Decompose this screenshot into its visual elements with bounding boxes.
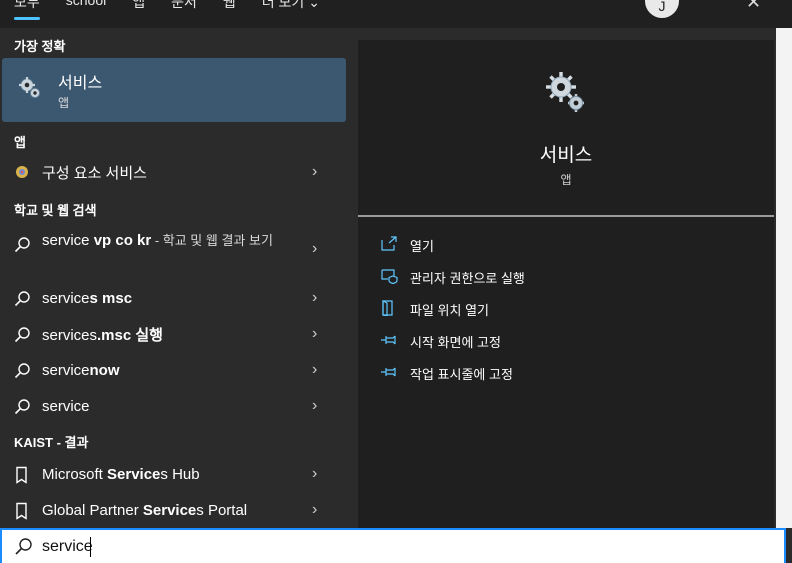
search-icon: [14, 236, 32, 254]
background-window: [776, 28, 792, 528]
search-icon: [14, 398, 32, 416]
result-suffix: s Portal: [196, 501, 248, 519]
result-prefix: Global Partner: [42, 501, 143, 519]
kaist-result-item[interactable]: Global Partner Services Portal ›: [0, 492, 346, 528]
action-pin-to-taskbar[interactable]: 작업 표시줄에 고정: [380, 361, 513, 385]
detail-kind: 앱: [560, 173, 572, 187]
search-icon: [14, 290, 32, 308]
result-prefix: service: [42, 289, 90, 307]
gear-icon: [18, 76, 42, 105]
open-icon: [380, 236, 400, 254]
close-icon[interactable]: ✕: [746, 0, 761, 13]
tab-more-label: 더 보기: [261, 0, 305, 10]
action-pin-to-start[interactable]: 시작 화면에 고정: [380, 329, 501, 353]
chevron-right-icon[interactable]: ›: [312, 163, 317, 181]
action-open[interactable]: 열기: [380, 233, 434, 257]
search-icon: [14, 537, 34, 562]
action-label: 열기: [410, 238, 434, 254]
filter-tab-bar: 모두 school 앱 문서 웹 더 보기 ⌄ J ··· ✕: [0, 0, 792, 28]
section-kaist: KAIST - 결과: [14, 435, 89, 450]
pin-icon: [380, 364, 400, 382]
tab-more[interactable]: 더 보기 ⌄: [262, 0, 320, 12]
result-prefix: service: [42, 397, 90, 415]
file-location-icon: [380, 300, 400, 318]
tab-all[interactable]: 모두: [14, 0, 40, 20]
web-result-item[interactable]: services msc ›: [0, 280, 346, 316]
chevron-right-icon[interactable]: ›: [312, 289, 317, 307]
tab-documents[interactable]: 문서: [171, 0, 197, 12]
services-gear-icon: [544, 70, 588, 119]
web-result-item[interactable]: service vp co kr - 학교 및 웹 결과 보기 ›: [0, 226, 346, 276]
action-label: 작업 표시줄에 고정: [410, 366, 513, 382]
avatar[interactable]: J: [645, 0, 679, 18]
action-label: 관리자 권한으로 실행: [410, 270, 525, 286]
result-match: Service: [142, 501, 197, 519]
chevron-right-icon[interactable]: ›: [312, 240, 317, 258]
web-result-label: servicenow: [42, 362, 120, 379]
web-result-item[interactable]: services.msc 실행 ›: [0, 316, 346, 352]
chevron-right-icon[interactable]: ›: [312, 397, 317, 415]
action-label: 파일 위치 열기: [410, 302, 489, 318]
detail-panel: 서비스 앱 열기 관리자 권한으로 실행 파일 위치 열기 시작 화면에 고정 …: [358, 40, 774, 528]
chevron-right-icon[interactable]: ›: [312, 465, 317, 483]
chevron-down-icon: ⌄: [308, 0, 320, 10]
chevron-right-icon[interactable]: ›: [312, 325, 317, 343]
result-match: .msc 실행: [97, 326, 163, 344]
tab-web[interactable]: 웹: [223, 0, 236, 12]
kaist-result-label: Global Partner Services Portal: [42, 502, 247, 519]
best-match-title: 서비스: [58, 75, 103, 92]
web-result-label: service: [42, 398, 90, 415]
web-result-label: services.msc 실행: [42, 324, 163, 345]
bookmark-icon: [14, 502, 32, 520]
app-item-component-services[interactable]: 구성 요소 서비스 ›: [0, 154, 346, 190]
divider: [358, 215, 774, 217]
web-result-item[interactable]: servicenow ›: [0, 352, 346, 388]
best-match-item[interactable]: 서비스 앱: [2, 58, 346, 122]
action-label: 시작 화면에 고정: [410, 334, 501, 350]
result-prefix: service: [42, 232, 94, 249]
pin-icon: [380, 332, 400, 350]
result-match: vp co kr: [93, 232, 152, 249]
tab-school[interactable]: school: [66, 0, 106, 12]
text-caret: [90, 537, 91, 557]
web-result-label: service vp co kr - 학교 및 웹 결과 보기: [42, 230, 300, 252]
result-match: Service: [107, 465, 161, 483]
chevron-right-icon[interactable]: ›: [312, 501, 317, 519]
section-web-search: 학교 및 웹 검색: [14, 203, 97, 218]
section-best-match: 가장 정확: [14, 39, 66, 54]
action-open-file-location[interactable]: 파일 위치 열기: [380, 297, 489, 321]
search-icon: [14, 362, 32, 380]
kaist-result-label: Microsoft Services Hub: [42, 466, 200, 483]
result-prefix: services: [42, 326, 98, 344]
search-icon: [14, 326, 32, 344]
chevron-right-icon[interactable]: ›: [312, 361, 317, 379]
search-input[interactable]: [42, 534, 742, 560]
detail-title: 서비스: [539, 145, 593, 166]
app-item-label: 구성 요소 서비스: [42, 164, 147, 182]
web-result-label: services msc: [42, 290, 132, 307]
section-apps: 앱: [14, 135, 26, 150]
shield-icon: [380, 268, 400, 286]
more-options-icon[interactable]: ···: [703, 0, 722, 8]
result-suffix: - 학교 및 웹 결과 보기: [151, 233, 273, 248]
result-match: now: [89, 361, 120, 379]
result-suffix: s Hub: [160, 465, 200, 483]
kaist-result-item[interactable]: Microsoft Services Hub ›: [0, 456, 346, 492]
tab-apps[interactable]: 앱: [132, 0, 145, 12]
search-box[interactable]: [0, 528, 786, 563]
component-services-icon: [14, 164, 32, 182]
web-result-item[interactable]: service ›: [0, 388, 346, 424]
best-match-subtitle: 앱: [58, 96, 70, 110]
results-list: 가장 정확 서비스 앱 앱 구성 요소 서비스 › 학교 및 웹 검색 serv…: [0, 28, 346, 528]
bookmark-icon: [14, 466, 32, 484]
result-prefix: service: [42, 361, 90, 379]
result-prefix: Microsoft: [42, 465, 108, 483]
result-match: s msc: [89, 289, 133, 307]
action-run-as-admin[interactable]: 관리자 권한으로 실행: [380, 265, 525, 289]
